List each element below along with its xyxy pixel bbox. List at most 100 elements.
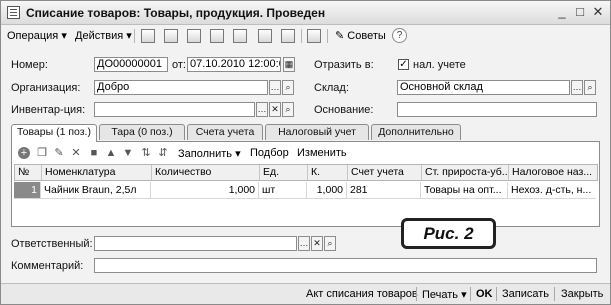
ellipsis-icon[interactable]: … (269, 80, 281, 95)
table-toolbar: + ❐ ✎ ✕ ■ ▲ ▼ ⇅ ⇵ Заполнить ▾ Подбор Изм… (12, 144, 599, 162)
save-copy-icon[interactable] (210, 29, 224, 43)
tab-accounts[interactable]: Счета учета (187, 124, 263, 140)
operation-menu[interactable]: Операция ▾ (7, 29, 67, 42)
document-icon (7, 6, 20, 19)
actions-menu-label: Действия (75, 30, 124, 42)
writeoff-act-button[interactable]: Акт списания товаров (306, 288, 418, 300)
delete-row-icon[interactable]: ✕ (70, 147, 82, 159)
document-window: Списание товаров: Товары, продукция. Про… (0, 0, 611, 305)
number-field[interactable]: ДО00000001 (94, 57, 168, 72)
column-header[interactable]: Ед. (260, 165, 308, 180)
search-icon[interactable]: ⌕ (324, 236, 336, 251)
warehouse-label: Склад: (314, 82, 349, 94)
fill-menu-label: Заполнить (178, 148, 233, 160)
ok-button[interactable]: OK (476, 288, 493, 300)
tab-additional[interactable]: Дополнительно (371, 124, 461, 140)
print-menu[interactable]: Печать ▾ (422, 288, 467, 301)
ellipsis-icon[interactable]: … (256, 102, 268, 117)
end-edit-icon[interactable]: ■ (88, 147, 100, 159)
title-bar: Списание товаров: Товары, продукция. Про… (1, 1, 610, 25)
clear-icon[interactable]: ✕ (311, 236, 323, 251)
bar-divider (470, 287, 471, 301)
number-label: Номер: (11, 59, 48, 71)
tab-containers[interactable]: Тара (0 поз.) (99, 124, 185, 140)
calendar-icon[interactable]: ▦ (283, 57, 295, 72)
copy-row-icon[interactable]: ❐ (36, 147, 48, 159)
basis-field[interactable] (397, 102, 597, 117)
dt-kt-icon[interactable] (307, 29, 321, 43)
column-header[interactable]: К. (308, 165, 348, 180)
search-icon[interactable]: ⌕ (584, 80, 596, 95)
chevron-down-icon: ▾ (126, 30, 132, 42)
tax-accounting-checkbox[interactable]: ✓ (398, 59, 409, 70)
actions-menu[interactable]: Действия ▾ (75, 29, 132, 42)
column-header[interactable]: № (15, 165, 42, 180)
responsible-field[interactable] (94, 236, 297, 251)
print-menu-label: Печать (422, 289, 459, 301)
edit-icon[interactable] (164, 29, 178, 43)
fill-menu[interactable]: Заполнить ▾ (178, 147, 241, 160)
clear-icon[interactable]: ✕ (269, 102, 281, 117)
add-row-icon[interactable]: + (18, 147, 30, 159)
cell-nomenclature[interactable]: Чайник Braun, 2,5л (41, 182, 151, 199)
cell-unit[interactable]: шт (259, 182, 307, 199)
maximize-button[interactable]: □ (572, 4, 588, 20)
column-header[interactable]: Ст. прироста-уб... (422, 165, 509, 180)
column-header[interactable]: Налоговое наз... (509, 165, 597, 180)
bottom-action-bar: Акт списания товаров Печать ▾ OK Записат… (1, 283, 610, 304)
close-window-button[interactable]: ✕ (590, 4, 606, 20)
tab-tax-accounting[interactable]: Налоговый учет (265, 124, 369, 140)
structure-icon[interactable] (281, 29, 295, 43)
help-icon[interactable]: ? (392, 28, 407, 43)
inventory-field[interactable] (94, 102, 255, 117)
organization-field[interactable]: Добро (94, 80, 268, 95)
movement-icon[interactable] (258, 29, 272, 43)
main-toolbar: Операция ▾ Действия ▾ ✎ Советы ? (1, 26, 610, 46)
search-icon[interactable]: ⌕ (282, 80, 294, 95)
search-icon[interactable]: ⌕ (282, 102, 294, 117)
reflect-label: Отразить в: (314, 59, 374, 71)
warehouse-field[interactable]: Основной склад (397, 80, 570, 95)
cell-account[interactable]: 281 (347, 182, 421, 199)
cell-cost-item[interactable]: Товары на опт... (421, 182, 508, 199)
post-document-icon[interactable] (233, 29, 247, 43)
tab-goods[interactable]: Товары (1 поз.) (11, 124, 97, 142)
date-label: от: (172, 59, 186, 71)
cell-quantity[interactable]: 1,000 (151, 182, 259, 199)
minimize-button[interactable]: _ (554, 4, 570, 20)
table-header: № Номенклатура Количество Ед. К. Счет уч… (14, 164, 598, 181)
toolbar-divider (301, 29, 302, 43)
selection-button[interactable]: Подбор (250, 147, 289, 159)
ellipsis-icon[interactable]: … (298, 236, 310, 251)
move-down-icon[interactable]: ▼ (122, 147, 134, 159)
advice-label: Советы (347, 30, 386, 42)
move-up-icon[interactable]: ▲ (105, 147, 117, 159)
add-copy-icon[interactable] (141, 29, 155, 43)
sort-ascending-icon[interactable]: ⇅ (140, 147, 152, 159)
column-header[interactable]: Счет учета (348, 165, 422, 180)
refresh-icon[interactable] (187, 29, 201, 43)
advice-button[interactable]: ✎ Советы (335, 29, 386, 42)
ellipsis-icon[interactable]: … (571, 80, 583, 95)
comment-field[interactable] (94, 258, 597, 273)
close-button[interactable]: Закрыть (561, 288, 603, 300)
cell-coefficient[interactable]: 1,000 (307, 182, 347, 199)
row-number: 1 (14, 182, 41, 199)
column-header[interactable]: Количество (152, 165, 260, 180)
save-button[interactable]: Записать (502, 288, 549, 300)
sort-descending-icon[interactable]: ⇵ (157, 147, 169, 159)
tax-accounting-label: нал. учете (413, 59, 466, 71)
column-header[interactable]: Номенклатура (42, 165, 152, 180)
change-button[interactable]: Изменить (297, 147, 347, 159)
toolbar-divider (327, 29, 328, 43)
figure-caption: Рис. 2 (401, 218, 496, 249)
responsible-label: Ответственный: (11, 238, 93, 250)
comment-label: Комментарий: (11, 260, 84, 272)
cell-tax-purpose[interactable]: Нехоз. д-сть, н... (508, 182, 596, 199)
date-field[interactable]: 07.10.2010 12:00:02 (187, 57, 281, 72)
lightbulb-icon: ✎ (335, 30, 345, 42)
window-title: Списание товаров: Товары, продукция. Про… (26, 6, 326, 20)
edit-row-icon[interactable]: ✎ (53, 147, 65, 159)
table-row[interactable]: 1 Чайник Braun, 2,5л 1,000 шт 1,000 281 … (14, 182, 598, 199)
chevron-down-icon: ▾ (461, 289, 467, 301)
